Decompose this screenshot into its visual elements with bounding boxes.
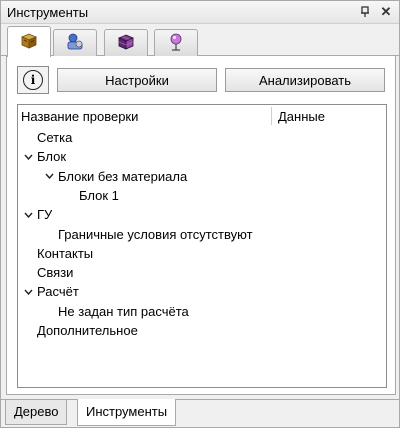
tree-header: Название проверки Данные xyxy=(18,105,386,127)
tree-row[interactable]: Сетка xyxy=(18,128,384,147)
settings-button[interactable]: Настройки xyxy=(57,68,217,92)
analyze-button[interactable]: Анализировать xyxy=(225,68,385,92)
tab-assembly[interactable] xyxy=(53,29,97,56)
close-icon[interactable]: ✕ xyxy=(378,4,394,20)
tab-mesh[interactable] xyxy=(104,29,148,56)
pin-icon[interactable] xyxy=(357,4,373,20)
tab-probe[interactable] xyxy=(154,29,198,56)
tree-row-label: Сетка xyxy=(37,130,73,145)
chevron-down-icon[interactable] xyxy=(23,147,33,166)
probe-icon xyxy=(166,32,186,55)
grid-cube-icon xyxy=(116,32,136,55)
tree-row-label: Блок 1 xyxy=(79,187,119,203)
tab-tree[interactable]: Дерево xyxy=(5,400,68,425)
column-header-data[interactable]: Данные xyxy=(278,109,325,124)
info-button[interactable]: i xyxy=(17,66,49,94)
chevron-down-icon[interactable] xyxy=(23,205,33,224)
tree-row-label: Не задан тип расчёта xyxy=(58,303,189,319)
chevron-down-icon[interactable] xyxy=(44,167,54,186)
tree-row[interactable]: Блок xyxy=(18,147,384,166)
tools-content: i Настройки Анализировать Название прове… xyxy=(6,56,396,395)
cube-icon xyxy=(19,31,39,54)
checks-tree[interactable]: Название проверки Данные Сетка Блок Блоки … xyxy=(17,104,387,388)
tab-checks[interactable] xyxy=(7,26,51,57)
tab-tools[interactable]: Инструменты xyxy=(77,399,177,426)
tree-row-label: Дополнительное xyxy=(37,323,138,338)
tree-row-label: Граничные условия отсутствуют xyxy=(58,226,253,242)
title-bar: Инструменты ✕ xyxy=(1,1,399,24)
tree-row[interactable]: Блок 1 xyxy=(18,186,384,205)
tree-row[interactable]: Не задан тип расчёта xyxy=(18,302,384,321)
column-divider[interactable] xyxy=(271,107,272,125)
tree-row[interactable]: Дополнительное xyxy=(18,321,384,340)
tree-row[interactable]: ГУ xyxy=(18,205,384,224)
tree-row-label: Блок xyxy=(37,149,67,165)
icon-tab-strip xyxy=(1,25,399,57)
column-header-name[interactable]: Название проверки xyxy=(21,109,138,124)
bottom-tab-strip: Дерево Инструменты xyxy=(1,399,399,428)
tree-row-label: ГУ xyxy=(37,207,53,223)
tree-row-label: Расчёт xyxy=(37,284,79,300)
tree-row[interactable]: Блоки без материала xyxy=(18,167,384,186)
chevron-down-icon[interactable] xyxy=(23,282,33,301)
panel-title: Инструменты xyxy=(7,5,89,20)
tree-row-label: Контакты xyxy=(37,245,94,261)
tree-row[interactable]: Контакты xyxy=(18,244,384,263)
tree-row-label: Блоки без материала xyxy=(58,168,188,184)
tools-panel: Инструменты ✕ i Настройки Анализировать … xyxy=(0,0,400,428)
assembly-icon xyxy=(65,32,85,55)
tree-row[interactable]: Связи xyxy=(18,263,384,282)
tree-row-label: Связи xyxy=(37,265,74,281)
tree-row[interactable]: Расчёт xyxy=(18,282,384,301)
tree-row[interactable]: Граничные условия отсутствуют xyxy=(18,225,384,244)
info-icon: i xyxy=(23,70,43,90)
